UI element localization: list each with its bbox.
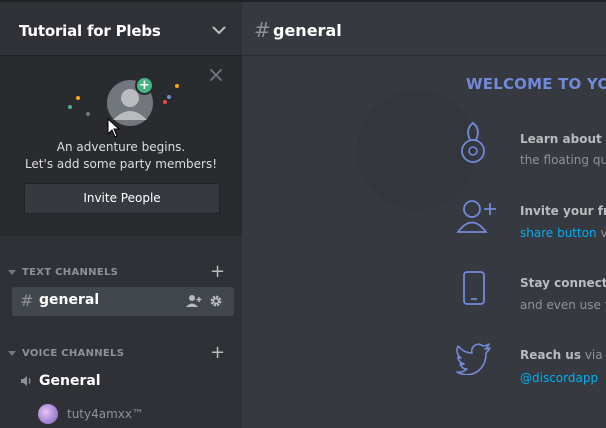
mobile-phone-icon: [463, 271, 485, 305]
channel-sidebar: Tutorial for Plebs + An adventure begins…: [0, 0, 242, 428]
speaker-icon: [21, 376, 31, 386]
category-text-channels[interactable]: TEXT CHANNELS +: [8, 263, 232, 281]
close-icon[interactable]: [209, 68, 223, 82]
hash-icon: #: [254, 18, 271, 42]
sparkle-icon: [163, 100, 167, 104]
server-name: Tutorial for Plebs: [19, 22, 161, 40]
invite-card-line-1: An adventure begins.: [56, 140, 186, 154]
avatar: [38, 404, 58, 424]
invite-card: + An adventure begins. Let's add some pa…: [0, 56, 242, 236]
invite-card-line-2: Let's add some party members!: [24, 157, 218, 171]
feature-desc: share button v: [520, 226, 606, 240]
category-voice-channels[interactable]: VOICE CHANNELS +: [8, 344, 232, 362]
channel-general[interactable]: # general: [12, 287, 234, 316]
discordapp-link[interactable]: @discordapp: [520, 371, 598, 385]
add-channel-icon[interactable]: +: [210, 344, 225, 362]
server-header[interactable]: Tutorial for Plebs: [0, 0, 242, 56]
add-member-icon: +: [135, 76, 154, 95]
mouse-cursor-icon: [107, 118, 121, 138]
sparkle-icon: [68, 105, 72, 109]
collapse-arrow-icon: [8, 351, 16, 356]
invite-user-icon[interactable]: [186, 294, 202, 308]
channel-header: # general: [242, 0, 606, 56]
feature-title: Reach us via @: [520, 348, 606, 362]
sparkle-icon: [76, 96, 80, 100]
share-button-link[interactable]: share button: [520, 226, 597, 240]
feature-desc: the floating qu: [520, 153, 606, 167]
channel-title: general: [273, 21, 342, 40]
invite-people-button[interactable]: Invite People: [24, 183, 220, 214]
sparkle-icon: [167, 95, 171, 99]
voice-user-name: tuty4amxx™: [67, 407, 144, 421]
welcome-title: WELCOME TO YO: [466, 75, 606, 93]
sparkle-icon: [86, 112, 90, 116]
feature-desc: and even use y: [520, 298, 606, 312]
category-label: VOICE CHANNELS: [22, 348, 125, 359]
feature-title: Invite your fri: [520, 204, 606, 218]
category-label: TEXT CHANNELS: [22, 267, 119, 278]
hash-icon: #: [20, 291, 34, 310]
chevron-down-icon[interactable]: [212, 26, 226, 35]
add-channel-icon[interactable]: +: [210, 263, 225, 281]
channel-name: general: [39, 292, 100, 308]
sparkle-icon: [175, 84, 179, 88]
gear-icon[interactable]: [209, 294, 223, 308]
twitter-bird-icon: [456, 343, 491, 375]
collapse-arrow-icon: [8, 270, 16, 275]
feature-desc: @discordapp: [520, 371, 598, 385]
feature-title: Stay connecte: [520, 276, 606, 290]
voice-channel-name: General: [39, 373, 101, 389]
main-panel: # general WELCOME TO YO Learn about D th…: [242, 0, 606, 428]
compass-icon: [461, 121, 485, 163]
feature-title: Learn about D: [520, 132, 606, 146]
add-friend-icon: [456, 200, 496, 233]
